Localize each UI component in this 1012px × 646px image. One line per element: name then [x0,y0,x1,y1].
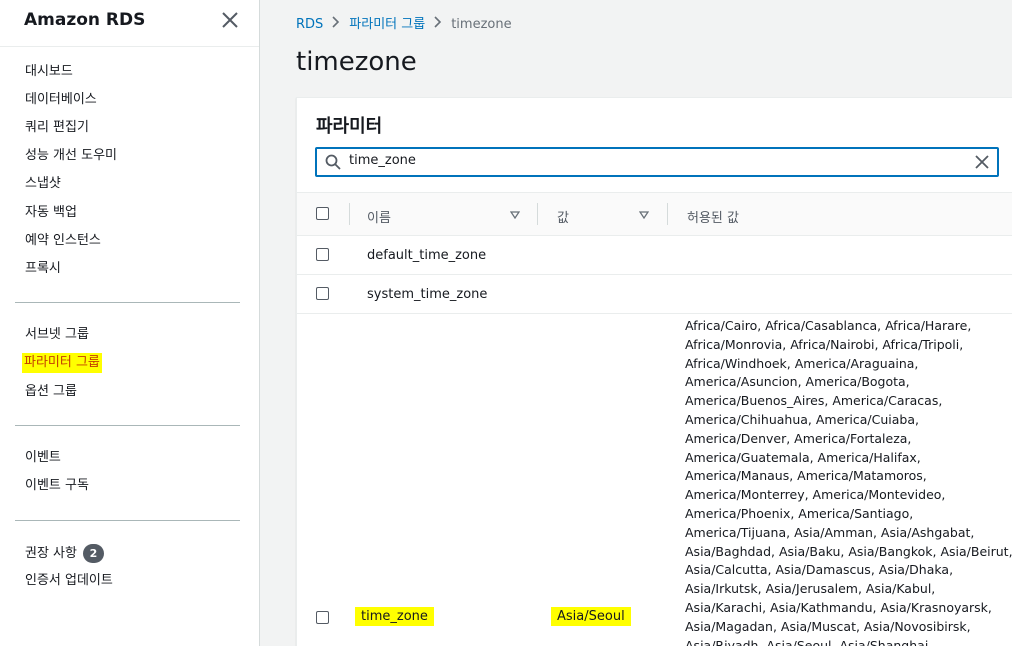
table-header: 이름 값 허용된 값 [297,192,1012,236]
select-all-checkbox[interactable] [316,207,329,220]
sidebar-item-option-groups[interactable]: 옵션 그룹 [25,383,77,401]
sidebar-item-event-subscriptions[interactable]: 이벤트 구독 [25,477,89,495]
page-title: timezone [296,47,417,77]
sidebar-item-automated-backups[interactable]: 자동 백업 [25,204,77,222]
search-value: time_zone [349,153,416,168]
breadcrumb-rds[interactable]: RDS [296,17,323,32]
sidebar-item-label: 권장 사항 [25,546,77,561]
table-row[interactable]: system_time_zone [297,275,1012,314]
sidebar-item-performance-insights[interactable]: 성능 개선 도우미 [25,147,117,165]
chevron-right-icon [332,16,340,28]
sidebar-item-certificate-update[interactable]: 인증서 업데이트 [25,572,113,590]
param-name: system_time_zone [367,287,488,302]
table-row[interactable]: default_time_zone [297,236,1012,275]
search-input[interactable]: time_zone [315,147,999,177]
param-allowed-values: Africa/Cairo, Africa/Casablanca, Africa/… [685,318,1012,646]
sidebar-item-subnet-groups[interactable]: 서브넷 그룹 [25,326,89,344]
table-row[interactable]: time_zone Asia/Seoul Africa/Cairo, Afric… [297,314,1012,646]
close-icon[interactable] [973,153,991,171]
sidebar-title[interactable]: Amazon RDS [24,10,145,30]
param-value: Asia/Seoul [551,607,631,626]
column-header-value[interactable]: 값 [557,207,569,226]
column-header-allowed-values: 허용된 값 [687,211,739,226]
sidebar-item-parameter-groups[interactable]: 파라미터 그룹 [22,353,102,373]
sidebar-divider [15,302,240,303]
sidebar-item-reserved-instances[interactable]: 예약 인스턴스 [25,232,101,250]
param-name: time_zone [355,607,434,626]
row-checkbox[interactable] [316,611,329,624]
sidebar-item-snapshots[interactable]: 스냅샷 [25,175,61,193]
sidebar-item-proxies[interactable]: 프록시 [25,260,61,278]
breadcrumb: RDS 파라미터 그룹 timezone [296,16,512,33]
column-divider [537,203,538,225]
sort-down-icon[interactable] [510,211,520,219]
column-divider [667,203,668,225]
sidebar-item-events[interactable]: 이벤트 [25,449,61,467]
column-header-name[interactable]: 이름 [367,207,391,226]
sidebar-item-databases[interactable]: 데이터베이스 [25,91,97,109]
sidebar-divider [15,520,240,521]
sidebar-divider [15,425,240,426]
param-name: default_time_zone [367,248,487,263]
search-icon [325,154,341,170]
breadcrumb-parameter-groups[interactable]: 파라미터 그룹 [349,17,425,32]
panel-title: 파라미터 [316,116,383,137]
close-icon[interactable] [220,10,240,30]
parameters-panel: 파라미터 time_zone 이름 값 허용된 값 default_time_z… [296,97,1012,646]
sidebar: Amazon RDS 대시보드 데이터베이스 쿼리 편집기 성능 개선 도우미 … [0,0,260,646]
sidebar-item-query-editor[interactable]: 쿼리 편집기 [25,119,89,137]
recommendations-count-badge: 2 [82,544,104,563]
sort-down-icon[interactable] [639,211,649,219]
sidebar-item-dashboard[interactable]: 대시보드 [25,63,73,81]
chevron-right-icon [434,16,442,28]
row-checkbox[interactable] [316,248,329,261]
row-checkbox[interactable] [316,287,329,300]
sidebar-item-recommendations[interactable]: 권장 사항 2 [25,544,104,563]
column-divider [349,203,350,225]
sidebar-header: Amazon RDS [0,0,259,47]
breadcrumb-current: timezone [451,17,512,32]
